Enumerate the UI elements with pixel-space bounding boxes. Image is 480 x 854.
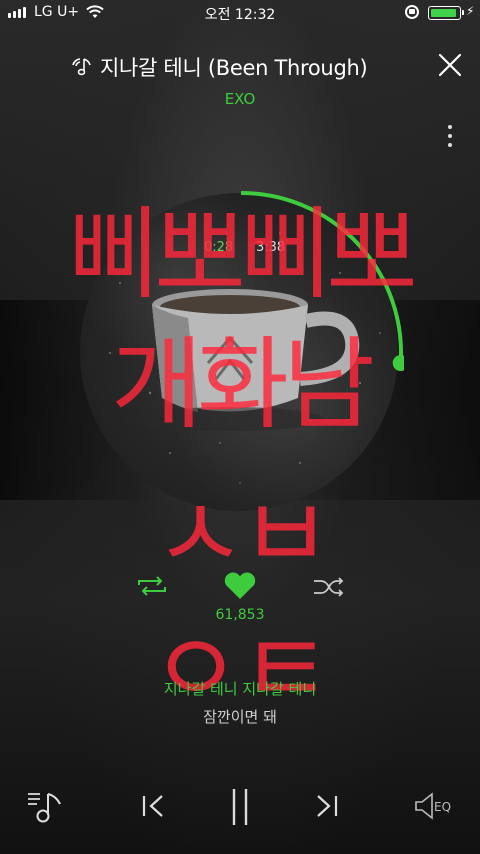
status-bar: LG U+ 오전 12:32 ⚡ xyxy=(0,0,480,26)
next-icon[interactable] xyxy=(310,786,344,826)
overlay-line-3: ㅅㅂ xyxy=(154,476,332,593)
playlist-icon[interactable] xyxy=(24,786,68,826)
equalizer-label[interactable]: EQ xyxy=(434,800,451,814)
playback-controls: EQ xyxy=(0,780,480,840)
overlay-line-4: ㅇㅌ xyxy=(150,611,332,728)
pause-icon[interactable] xyxy=(222,784,258,830)
battery-icon xyxy=(428,6,464,20)
music-note-icon xyxy=(72,58,91,76)
lyric-next-line[interactable]: 잠깐이면 돼 xyxy=(0,706,480,727)
charging-icon: ⚡ xyxy=(466,4,475,18)
overlay-line-2: 개화남 xyxy=(111,326,375,443)
more-icon[interactable] xyxy=(440,122,460,152)
rotation-lock-icon xyxy=(405,5,419,19)
song-header: 지나갈 테니 (Been Through) EXO xyxy=(0,50,480,110)
close-icon[interactable] xyxy=(432,50,466,84)
artist-name[interactable]: EXO xyxy=(0,90,480,108)
lyric-current-line[interactable]: 지나갈 테니 지나갈 테니 xyxy=(0,678,480,699)
previous-icon[interactable] xyxy=(136,786,170,826)
song-title: 지나갈 테니 (Been Through) xyxy=(100,56,368,80)
song-title-row: 지나갈 테니 (Been Through) xyxy=(70,52,368,82)
overlay-line-1: 삐뽀삐뽀 xyxy=(68,196,418,313)
